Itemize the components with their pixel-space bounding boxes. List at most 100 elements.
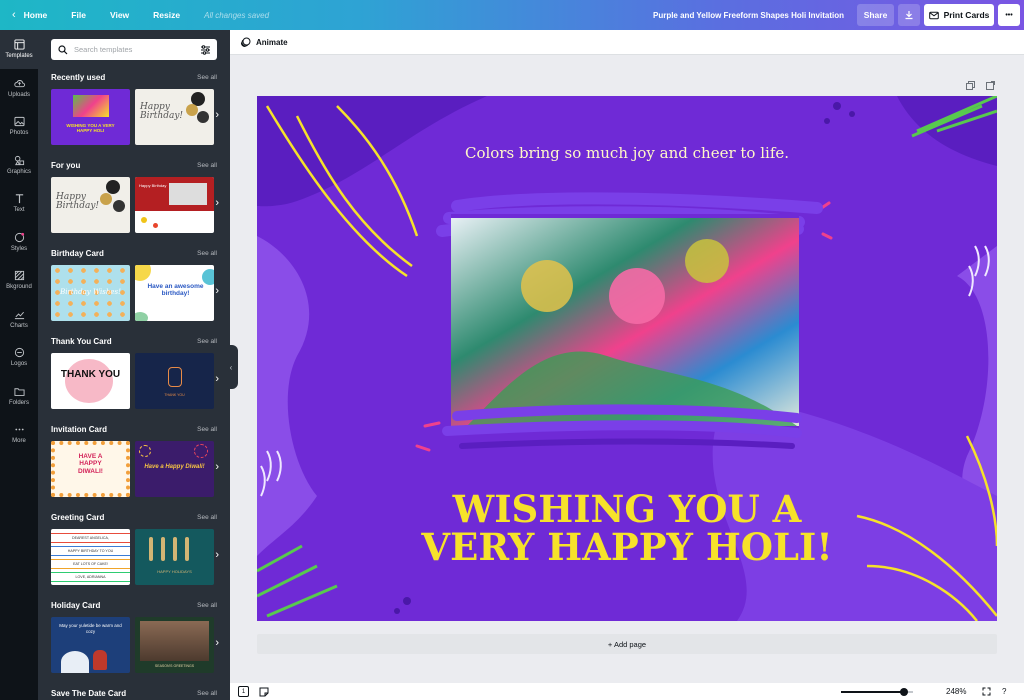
home-label: Home	[23, 10, 48, 20]
view-menu[interactable]: View	[110, 10, 129, 20]
notes-icon[interactable]	[259, 687, 269, 697]
rail-charts-label: Charts	[10, 322, 28, 329]
template-thumb-awesome-birthday[interactable]: Have an awesome birthday!	[135, 265, 214, 321]
template-thumb-birthday-wishes[interactable]: Birthday Wishes!	[51, 265, 130, 321]
rail-background[interactable]: Bkground	[0, 261, 38, 300]
zoom-level[interactable]: 248%	[946, 687, 966, 696]
document-title[interactable]: Purple and Yellow Freeform Shapes Holi I…	[653, 11, 844, 20]
bottom-bar: 1 248% ?	[230, 683, 1024, 700]
template-thumb-holi[interactable]: WISHING YOU A VERY HAPPY HOLI	[51, 89, 130, 145]
chevron-right-icon[interactable]: ›	[215, 549, 219, 561]
see-all-link[interactable]: See all	[197, 426, 217, 433]
chevron-right-icon[interactable]: ›	[215, 197, 219, 209]
animate-button[interactable]: Animate	[240, 37, 288, 48]
see-all-link[interactable]: See all	[197, 74, 217, 81]
rail-templates[interactable]: Templates	[0, 30, 38, 69]
thumb-line: EAT LOTS OF CAKE!	[51, 559, 130, 569]
chevron-left-icon: ‹	[12, 9, 16, 21]
background-icon	[14, 271, 24, 281]
rail-charts[interactable]: Charts	[0, 300, 38, 339]
template-thumb-thank-you-pink[interactable]: THANK YOU	[51, 353, 130, 409]
rail-folders[interactable]: Folders	[0, 377, 38, 416]
top-bar: ‹ Home File View Resize All changes save…	[0, 0, 1024, 30]
rail-styles-label: Styles	[10, 245, 28, 252]
thumb-text: Happy Birthday!	[56, 192, 100, 212]
templates-panel: Search templates Recently used See all WI…	[38, 30, 230, 700]
animate-icon	[240, 37, 251, 47]
add-page-icon[interactable]	[986, 81, 995, 90]
help-button[interactable]: ?	[1002, 687, 1006, 696]
filter-icon[interactable]	[200, 44, 211, 55]
template-thumb-seasons-greetings[interactable]: SEASON'S GREETINGS	[135, 617, 214, 673]
template-thumb-greeting-stripes[interactable]: DEAREST ANGELICA, HAPPY BIRTHDAY TO YOU …	[51, 529, 130, 585]
rail-graphics[interactable]: Graphics	[0, 146, 38, 185]
add-page-button[interactable]: + Add page	[257, 634, 997, 654]
fullscreen-icon[interactable]	[982, 687, 991, 696]
duplicate-page-icon[interactable]	[966, 81, 975, 90]
rail-folders-label: Folders	[8, 399, 29, 406]
card-tagline[interactable]: Colors bring so much joy and cheer to li…	[257, 144, 997, 162]
see-all-link[interactable]: See all	[197, 514, 217, 521]
chevron-right-icon[interactable]: ›	[215, 461, 219, 473]
file-menu[interactable]: File	[71, 10, 86, 20]
share-button[interactable]: Share	[857, 4, 894, 26]
thumb-text: Birthday Wishes!	[60, 288, 121, 296]
rail-more-label: More	[12, 438, 26, 445]
thumb-text: May your yuletide be warm and cozy	[59, 623, 122, 634]
see-all-link[interactable]: See all	[197, 602, 217, 609]
editor-toolbar: Animate	[230, 30, 1024, 55]
design-card[interactable]: Colors bring so much joy and cheer to li…	[257, 96, 997, 621]
see-all-link[interactable]: See all	[197, 162, 217, 169]
section-save-the-date: Save The Date Card See all	[51, 686, 217, 700]
card-headline-line-1[interactable]: WISHING YOU A	[257, 490, 997, 528]
chart-icon	[14, 311, 24, 319]
rail-templates-label: Templates	[5, 53, 33, 60]
palette-icon	[14, 232, 24, 242]
template-thumb-yuletide[interactable]: May your yuletide be warm and cozy	[51, 617, 130, 673]
rail-more[interactable]: More	[0, 415, 38, 454]
section-title: Invitation Card	[51, 424, 108, 434]
rail-logos-label: Logos	[10, 361, 28, 368]
thumb-text: THANK YOU	[60, 369, 121, 380]
save-status: All changes saved	[204, 10, 270, 20]
rail-styles[interactable]: Styles	[0, 223, 38, 262]
see-all-link[interactable]: See all	[197, 250, 217, 257]
rail-uploads[interactable]: Uploads	[0, 69, 38, 108]
more-options-button[interactable]: •••	[998, 4, 1020, 26]
section-holiday-card: Holiday Card See all May your yuletide be…	[51, 598, 219, 673]
see-all-link[interactable]: See all	[197, 338, 217, 345]
card-headline-line-2[interactable]: VERY HAPPY HOLI!	[257, 528, 997, 566]
chevron-right-icon[interactable]: ›	[215, 109, 219, 121]
template-thumb-birthday-2[interactable]: Happy Birthday!	[51, 177, 130, 233]
print-cards-button[interactable]: Print Cards	[924, 4, 994, 26]
rail-uploads-label: Uploads	[7, 91, 30, 98]
page-number-button[interactable]: 1	[238, 686, 249, 697]
chevron-right-icon[interactable]: ›	[215, 637, 219, 649]
chevron-right-icon[interactable]: ›	[215, 285, 219, 297]
template-thumb-birthday[interactable]: Happy Birthday!	[135, 89, 214, 145]
template-thumb-diwali-dark[interactable]: Have a Happy Diwali!	[135, 441, 214, 497]
template-thumb-thank-you-navy[interactable]: THANK YOU	[135, 353, 214, 409]
thumb-text: Have a Happy Diwali!	[144, 464, 205, 470]
resize-menu[interactable]: Resize	[153, 10, 180, 20]
animate-label: Animate	[256, 37, 288, 47]
section-title: Thank You Card	[51, 336, 112, 346]
rail-photos[interactable]: Photos	[0, 107, 38, 146]
template-thumb-holidays-pins[interactable]: HAPPY HOLIDAYS	[135, 529, 214, 585]
section-greeting-card: Greeting Card See all DEAREST ANGELICA, H…	[51, 510, 219, 585]
thumb-text: Have an awesome birthday!	[147, 283, 204, 298]
chevron-right-icon[interactable]: ›	[215, 373, 219, 385]
see-all-link[interactable]: See all	[197, 690, 217, 697]
home-button[interactable]: ‹ Home	[12, 9, 47, 21]
download-button[interactable]	[898, 4, 920, 26]
search-templates-field[interactable]: Search templates	[51, 39, 217, 60]
template-thumb-birthday-red[interactable]: Happy Birthday	[135, 177, 214, 233]
templates-icon	[13, 39, 25, 50]
search-input[interactable]: Search templates	[74, 45, 132, 54]
template-thumb-diwali-light[interactable]: HAVE A HAPPY DIWALI!	[51, 441, 130, 497]
zoom-slider[interactable]	[841, 688, 913, 696]
rail-text[interactable]: Text	[0, 184, 38, 223]
rail-logos[interactable]: Logos	[0, 338, 38, 377]
section-recently-used: Recently used See all WISHING YOU A VERY …	[51, 70, 219, 145]
section-birthday-card: Birthday Card See all Birthday Wishes! Ha…	[51, 246, 219, 321]
